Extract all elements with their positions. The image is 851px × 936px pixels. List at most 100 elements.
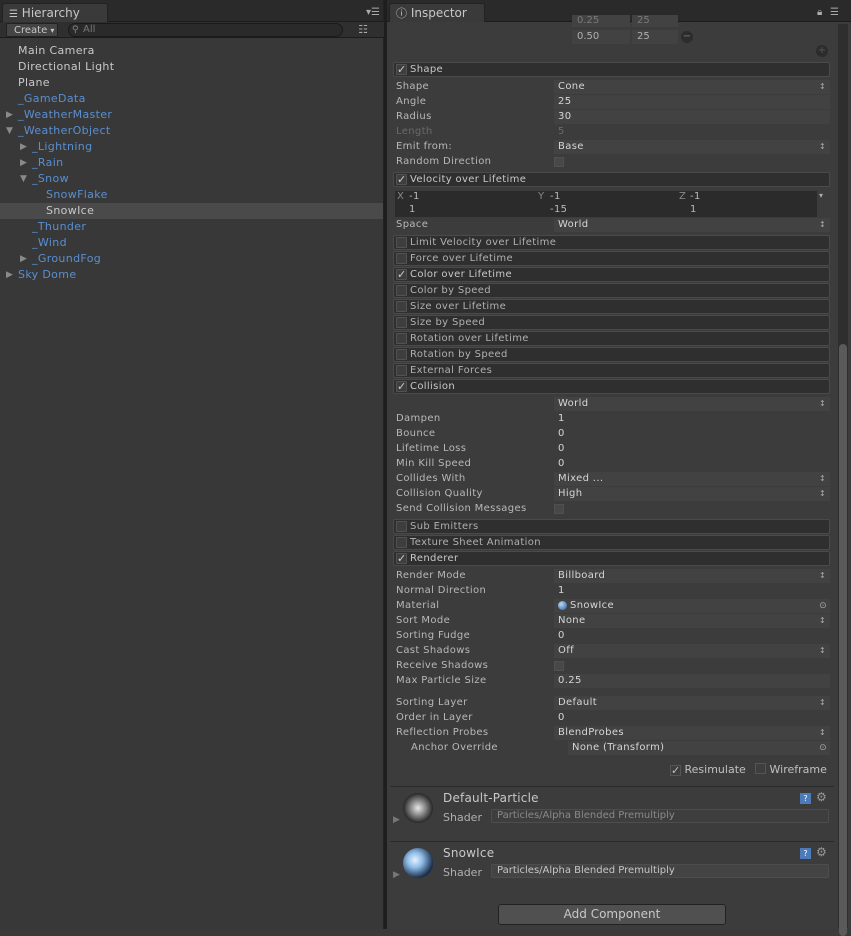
help-icon[interactable]: ? — [800, 848, 811, 859]
module-header[interactable]: Rotation over Lifetime — [393, 331, 830, 346]
hierarchy-item[interactable]: ▶ _Rain — [0, 155, 383, 171]
create-button[interactable]: Create ▾ — [6, 23, 58, 37]
inspector-scrollbar[interactable] — [838, 24, 848, 936]
z-min-value[interactable]: -1 — [690, 191, 701, 202]
gear-icon[interactable]: ⚙ — [816, 790, 827, 804]
hierarchy-item[interactable]: _Thunder — [0, 219, 383, 235]
curve-key-time[interactable]: 0.25 — [572, 15, 630, 27]
order-in-layer-field[interactable]: 0 — [554, 711, 830, 725]
shape-dropdown[interactable]: Cone — [554, 80, 830, 94]
module-header[interactable]: Size over Lifetime — [393, 299, 830, 314]
max-particle-size-field[interactable]: 0.25 — [554, 674, 830, 688]
module-checkbox[interactable]: ✓ — [396, 64, 407, 75]
collapse-arrow-icon[interactable]: ▶ — [20, 251, 27, 267]
module-header[interactable]: Size by Speed — [393, 315, 830, 330]
random-direction-checkbox[interactable] — [554, 157, 564, 167]
object-picker-icon[interactable]: ⊙ — [819, 599, 827, 613]
module-checkbox[interactable] — [396, 253, 407, 264]
module-header[interactable]: Limit Velocity over Lifetime — [393, 235, 830, 250]
collision-field-value[interactable]: 0 — [554, 442, 830, 456]
shader-dropdown[interactable]: Particles/Alpha Blended Premultiply — [491, 809, 829, 823]
curve-key-value[interactable]: 25 — [632, 30, 678, 44]
collapse-arrow-icon[interactable]: ▶ — [6, 267, 13, 283]
hierarchy-item[interactable]: Directional Light — [0, 59, 383, 75]
collapse-arrow-icon[interactable]: ▶ — [20, 139, 27, 155]
object-picker-icon[interactable]: ⊙ — [819, 741, 827, 755]
expand-arrow-icon[interactable]: ▼ — [20, 171, 27, 187]
filter-icon[interactable]: ☷ — [348, 22, 378, 38]
foldout-arrow-icon[interactable]: ▶ — [393, 815, 400, 825]
module-checkbox[interactable] — [396, 285, 407, 296]
receive-shadows-checkbox[interactable] — [554, 661, 564, 671]
curve-key-time[interactable]: 0.50 — [572, 30, 630, 44]
module-checkbox[interactable]: ✓ — [396, 174, 407, 185]
gear-icon[interactable]: ⚙ — [816, 845, 827, 859]
module-header[interactable]: ✓ Color over Lifetime — [393, 267, 830, 282]
module-checkbox[interactable] — [396, 333, 407, 344]
module-header[interactable]: Texture Sheet Animation — [393, 535, 830, 550]
x-max-value[interactable]: 1 — [409, 204, 416, 215]
expand-arrow-icon[interactable]: ▼ — [6, 123, 13, 139]
foldout-arrow-icon[interactable]: ▶ — [393, 870, 400, 880]
module-checkbox[interactable] — [396, 537, 407, 548]
x-min-value[interactable]: -1 — [409, 191, 420, 202]
scrollbar-thumb[interactable] — [839, 344, 847, 936]
hierarchy-item[interactable]: ▶ Sky Dome — [0, 267, 383, 283]
hierarchy-item[interactable]: ▶ _WeatherMaster — [0, 107, 383, 123]
angle-field[interactable]: 25 — [554, 95, 830, 109]
module-velocity-header[interactable]: ✓ Velocity over Lifetime — [393, 172, 830, 187]
lock-icon[interactable]: 🔒︎ — [817, 7, 822, 18]
send-collision-messages-checkbox[interactable] — [554, 504, 564, 514]
tab-inspector[interactable]: ⓘ Inspector — [389, 3, 485, 22]
z-max-value[interactable]: 1 — [690, 204, 697, 215]
hierarchy-item[interactable]: ▼ _Snow — [0, 171, 383, 187]
collapse-arrow-icon[interactable]: ▶ — [6, 107, 13, 123]
hierarchy-item[interactable]: Plane — [0, 75, 383, 91]
hierarchy-item[interactable]: ▶ _GroundFog — [0, 251, 383, 267]
module-checkbox[interactable] — [396, 521, 407, 532]
hierarchy-item[interactable]: SnowIce — [0, 203, 383, 219]
module-collision-header[interactable]: ✓ Collision — [393, 379, 830, 394]
hierarchy-item[interactable]: _GameData — [0, 91, 383, 107]
add-component-button[interactable]: Add Component — [498, 904, 726, 925]
radius-field[interactable]: 30 — [554, 110, 830, 124]
shader-dropdown[interactable]: Particles/Alpha Blended Premultiply — [491, 864, 829, 878]
hierarchy-item[interactable]: ▼ _WeatherObject — [0, 123, 383, 139]
module-header[interactable]: External Forces — [393, 363, 830, 378]
module-header[interactable]: Color by Speed — [393, 283, 830, 298]
help-icon[interactable]: ? — [800, 793, 811, 804]
reflection-probes-dropdown[interactable]: BlendProbes — [554, 726, 830, 740]
wireframe-toggle[interactable]: Wireframe — [755, 763, 827, 777]
hierarchy-item[interactable]: Main Camera — [0, 43, 383, 59]
hierarchy-item[interactable]: _Wind — [0, 235, 383, 251]
cast-shadows-dropdown[interactable]: Off — [554, 644, 830, 658]
module-header[interactable]: Force over Lifetime — [393, 251, 830, 266]
remove-key-icon[interactable]: − — [681, 31, 693, 43]
emit-from-dropdown[interactable]: Base — [554, 140, 830, 154]
y-min-value[interactable]: -1 — [550, 191, 561, 202]
module-checkbox[interactable]: ✓ — [396, 269, 407, 280]
mode-dropdown-icon[interactable]: ▾ — [819, 191, 823, 200]
hierarchy-search-input[interactable]: ⚲ All — [68, 23, 343, 37]
render-mode-dropdown[interactable]: Billboard — [554, 569, 830, 583]
collision-field-value[interactable]: 1 — [554, 412, 830, 426]
module-checkbox[interactable] — [396, 365, 407, 376]
collapse-arrow-icon[interactable]: ▶ — [20, 155, 27, 171]
sorting-fudge-field[interactable]: 0 — [554, 629, 830, 643]
sorting-layer-dropdown[interactable]: Default — [554, 696, 830, 710]
anchor-override-field[interactable]: None (Transform) ⊙ — [568, 741, 830, 755]
module-checkbox[interactable] — [396, 317, 407, 328]
module-checkbox[interactable] — [396, 301, 407, 312]
module-shape-header[interactable]: ✓ Shape — [393, 62, 830, 77]
hierarchy-item[interactable]: ▶ _Lightning — [0, 139, 383, 155]
module-header[interactable]: Rotation by Speed — [393, 347, 830, 362]
tab-hierarchy[interactable]: ☰ Hierarchy — [2, 3, 108, 22]
collision-field-value[interactable]: 0 — [554, 457, 830, 471]
module-renderer-header[interactable]: ✓ Renderer — [393, 551, 830, 566]
module-checkbox[interactable]: ✓ — [396, 381, 407, 392]
collision-field-value[interactable]: 0 — [554, 427, 830, 441]
curve-key-value[interactable]: 25 — [632, 15, 678, 27]
module-checkbox[interactable]: ✓ — [396, 553, 407, 564]
sort-mode-dropdown[interactable]: None — [554, 614, 830, 628]
space-dropdown[interactable]: World — [554, 218, 830, 232]
